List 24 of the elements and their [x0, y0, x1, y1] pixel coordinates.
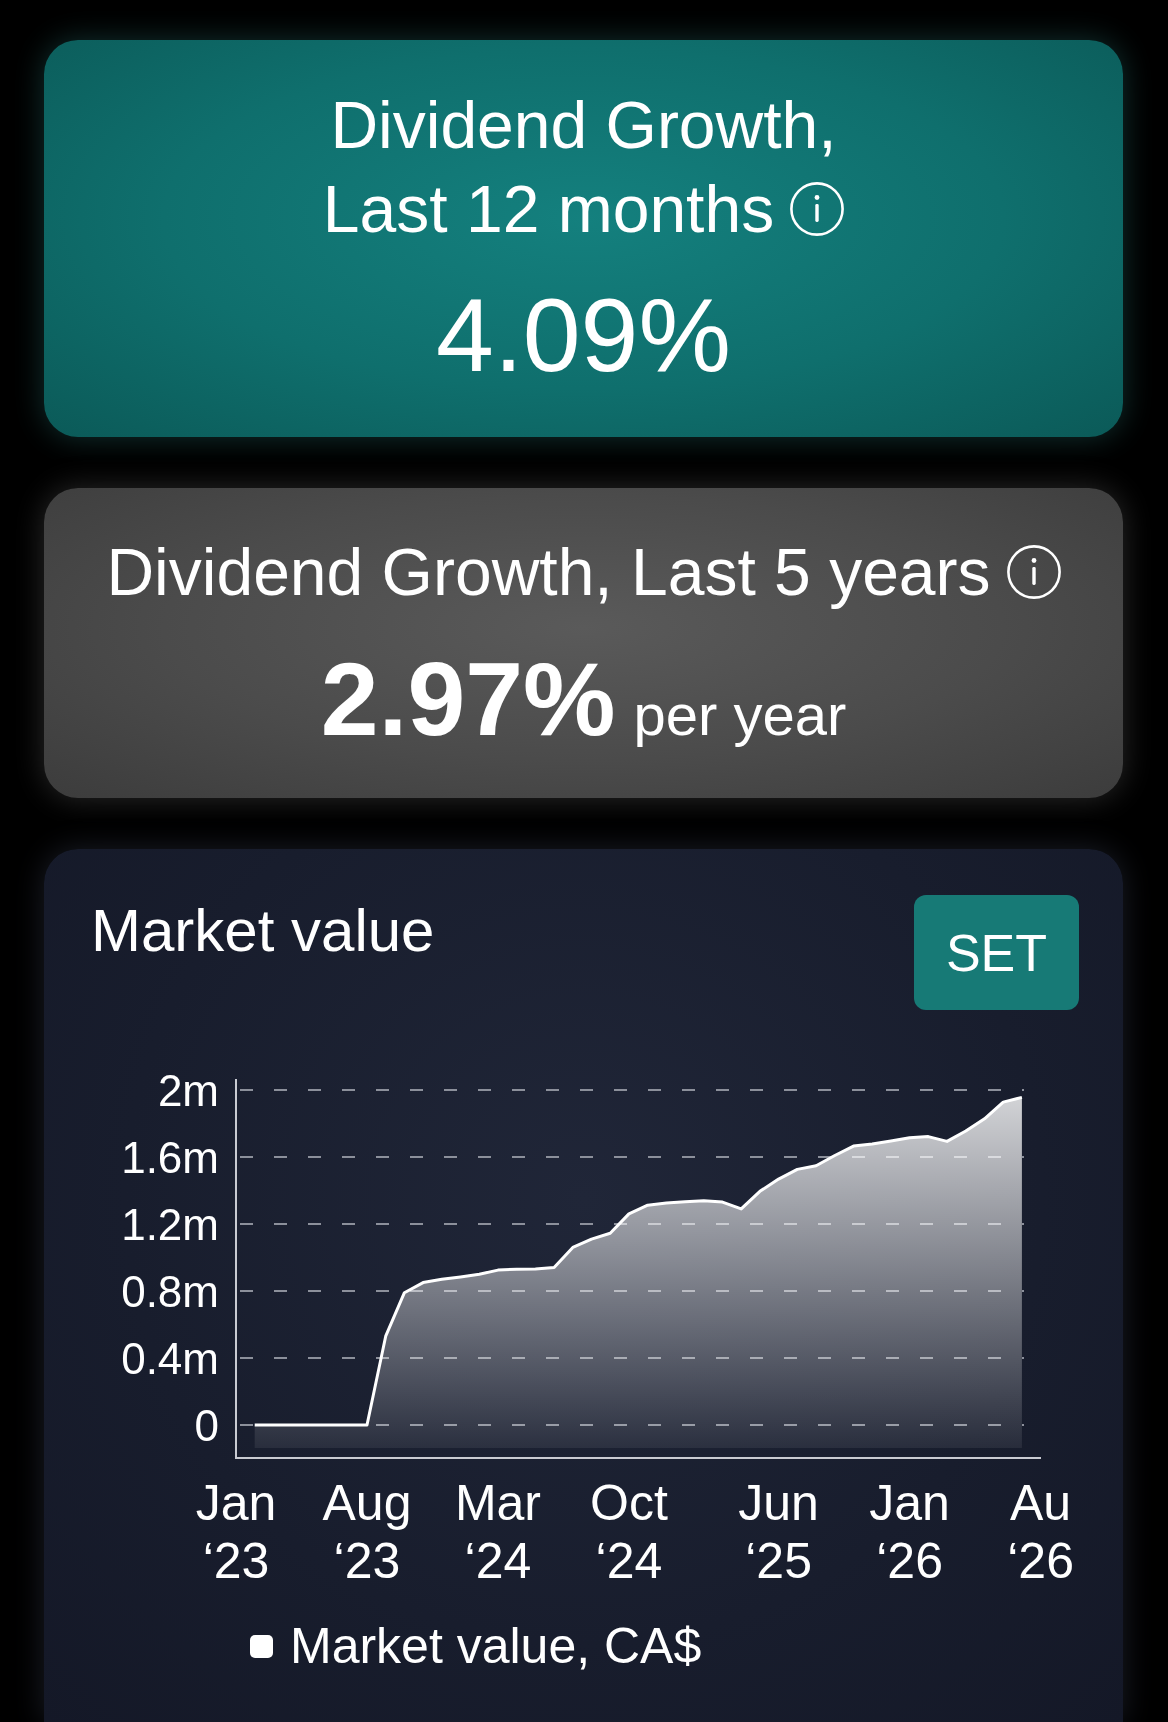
unit-label: per year — [633, 682, 847, 747]
x-tick-label: Mar ‘24 — [454, 1475, 541, 1589]
metric-title: Dividend Growth, — [330, 88, 837, 162]
y-tick-label: 1.6m — [121, 1133, 219, 1182]
y-tick-label: 1.2m — [121, 1200, 219, 1249]
x-tick-label: Jan ‘26 — [869, 1475, 950, 1589]
x-tick-label: Jan ‘23 — [195, 1475, 277, 1589]
x-tick-label: Jun ‘25 — [738, 1475, 819, 1589]
x-tick-label: Oct ‘24 — [590, 1475, 668, 1589]
y-tick-label: 0.4m — [121, 1334, 219, 1383]
metric-title: Last 12 months — [322, 172, 775, 246]
metric-value: 2.97% — [320, 641, 616, 757]
metric-title: Dividend Growth, Last 5 years — [106, 535, 991, 609]
metric-value: 4.09% — [436, 277, 731, 393]
x-tick-label: Aug ‘23 — [322, 1475, 412, 1589]
y-tick-label: 0.8m — [121, 1267, 219, 1316]
info-icon[interactable] — [1006, 545, 1061, 599]
set-button[interactable]: SET — [914, 895, 1079, 1010]
y-tick-label: 2m — [157, 1066, 219, 1115]
chart-title: Market value — [91, 896, 435, 966]
x-tick-label: Au ‘26 — [1007, 1475, 1074, 1589]
info-icon[interactable] — [790, 182, 845, 236]
legend-label: Market value, CA$ — [290, 1617, 702, 1676]
y-tick-label: 0 — [194, 1401, 219, 1450]
